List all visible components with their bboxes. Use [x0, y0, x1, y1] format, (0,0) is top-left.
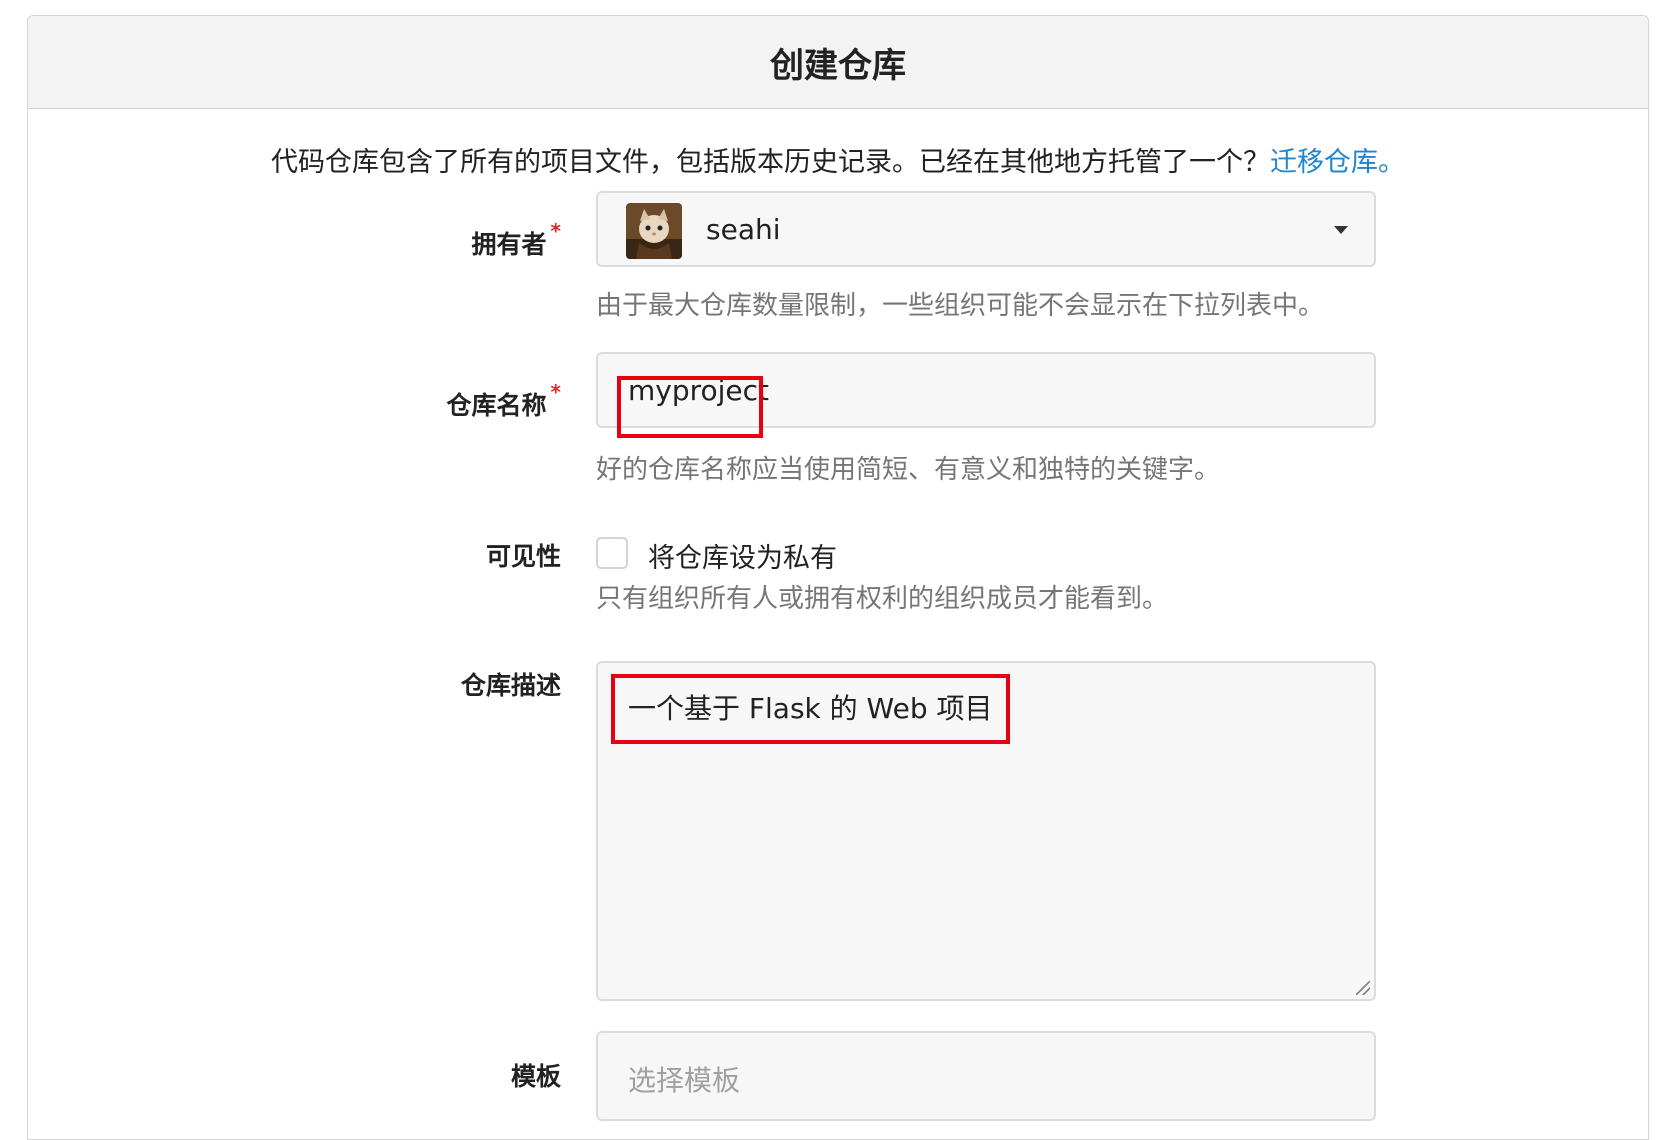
owner-help-text: 由于最大仓库数量限制，一些组织可能不会显示在下拉列表中。: [596, 291, 1325, 321]
private-checkbox[interactable]: [596, 537, 628, 569]
owner-dropdown[interactable]: seahi: [596, 191, 1376, 267]
description-label: 仓库描述: [460, 671, 561, 700]
highlight-box-description: [611, 674, 1010, 744]
owner-label-text: 拥有者: [471, 230, 547, 259]
highlight-box-repo-name: [617, 376, 763, 438]
panel-header: 创建仓库: [28, 16, 1648, 109]
page-title: 创建仓库: [770, 45, 906, 86]
owner-label: 拥有者 *: [471, 219, 561, 261]
visibility-label: 可见性: [485, 542, 561, 571]
template-placeholder: 选择模板: [628, 1064, 741, 1097]
owner-selected-value: seahi: [706, 213, 781, 246]
caret-down-icon: [1334, 226, 1348, 234]
resize-handle-icon[interactable]: [1356, 981, 1370, 995]
avatar: [626, 203, 682, 259]
repo-name-label: 仓库名称 *: [446, 380, 561, 422]
template-label: 模板: [510, 1062, 561, 1091]
required-asterisk: *: [550, 219, 561, 243]
migrate-repo-link[interactable]: 迁移仓库。: [1270, 147, 1405, 178]
private-checkbox-label[interactable]: 将仓库设为私有: [648, 536, 837, 575]
required-asterisk: *: [550, 380, 561, 404]
intro-description: 代码仓库包含了所有的项目文件，包括版本历史记录。已经在其他地方托管了一个？: [271, 147, 1270, 178]
template-dropdown[interactable]: 选择模板: [596, 1031, 1376, 1121]
repo-name-help-text: 好的仓库名称应当使用简短、有意义和独特的关键字。: [596, 455, 1221, 485]
visibility-help-text: 只有组织所有人或拥有权利的组织成员才能看到。: [596, 584, 1169, 614]
repo-name-label-text: 仓库名称: [446, 391, 547, 420]
intro-text: 代码仓库包含了所有的项目文件，包括版本历史记录。已经在其他地方托管了一个？迁移仓…: [0, 140, 1676, 179]
